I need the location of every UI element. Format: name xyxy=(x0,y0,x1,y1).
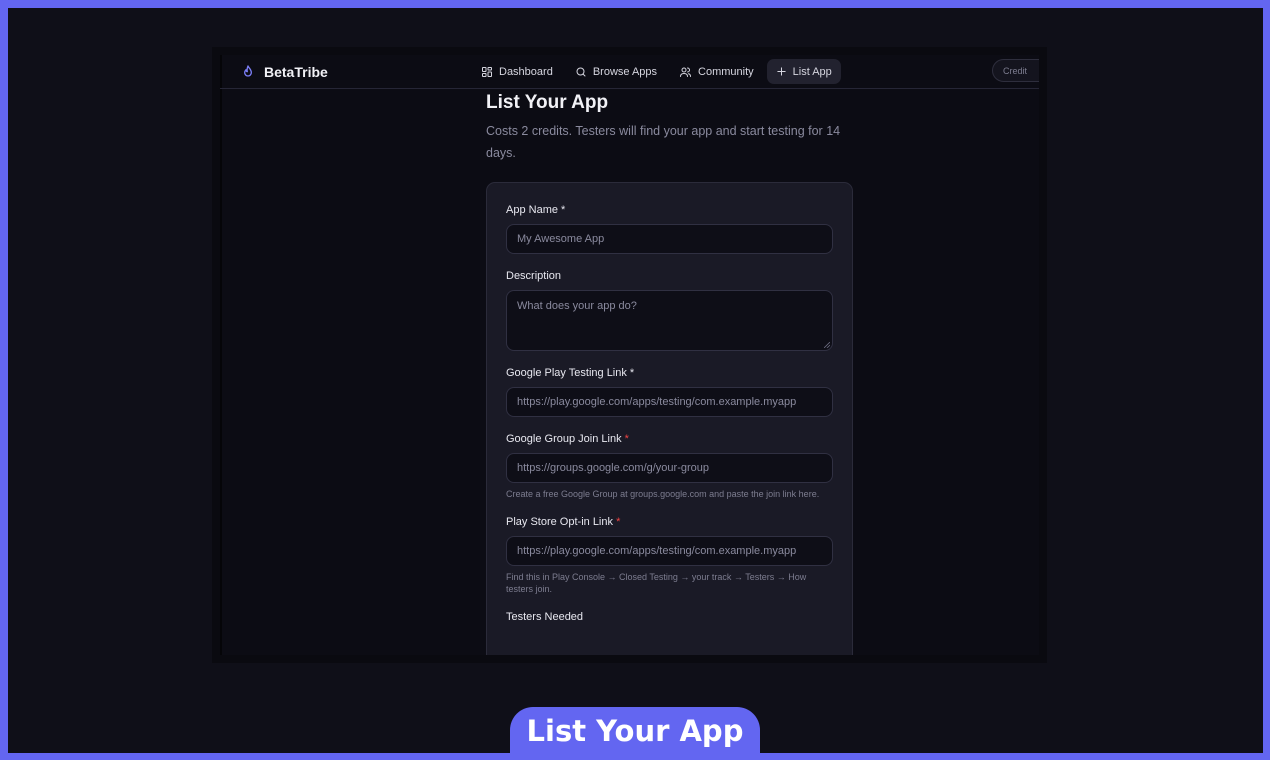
testers-needed-label: Testers Needed xyxy=(506,611,584,623)
credits-label: Credit xyxy=(1003,65,1028,76)
brand-logo[interactable]: BetaTribe xyxy=(240,55,328,88)
description-group: Description What does your app do? xyxy=(506,269,833,351)
list-your-app-banner: List Your App xyxy=(510,707,760,753)
users-icon xyxy=(679,66,692,78)
description-label: Description xyxy=(506,270,562,282)
optin-link-hint: Find this in Play Console → Closed Testi… xyxy=(506,572,807,594)
required-mark: * xyxy=(624,433,629,445)
optin-link-placeholder: https://play.google.com/apps/testing/com… xyxy=(517,545,797,557)
nav-list-app[interactable]: List App xyxy=(766,59,841,84)
group-link-input[interactable]: https://groups.google.com/g/your-group xyxy=(506,453,833,483)
search-icon xyxy=(575,66,587,78)
description-textarea[interactable]: What does your app do? xyxy=(506,290,833,351)
play-testing-link-group: Google Play Testing Link * https://play.… xyxy=(506,366,833,417)
group-link-hint: Create a free Google Group at groups.goo… xyxy=(506,489,820,499)
main-content: List Your App Costs 2 credits. Testers w… xyxy=(486,91,853,655)
app-name-placeholder: My Awesome App xyxy=(517,233,605,245)
grid-icon xyxy=(481,66,493,78)
page-title: List Your App xyxy=(486,92,609,113)
play-testing-link-placeholder: https://play.google.com/apps/testing/com… xyxy=(517,396,797,408)
top-navbar: BetaTribe Dashboard Browse Apps Communit… xyxy=(220,55,1039,89)
nav-community-label: Community xyxy=(698,65,754,78)
group-link-label-row: Google Group Join Link * xyxy=(506,432,833,446)
nav-browse-apps-label: Browse Apps xyxy=(592,65,658,78)
list-app-form: App Name * My Awesome App Description Wh… xyxy=(486,182,853,655)
optin-link-label: Play Store Opt-in Link xyxy=(506,516,613,528)
main-nav: Dashboard Browse Apps Community List App xyxy=(472,55,841,88)
app-name-label: App Name * xyxy=(506,204,566,216)
nav-community[interactable]: Community xyxy=(670,59,763,84)
play-testing-link-input[interactable]: https://play.google.com/apps/testing/com… xyxy=(506,387,833,417)
plus-icon xyxy=(776,66,787,77)
nav-list-app-label: List App xyxy=(792,65,832,78)
brand-name: BetaTribe xyxy=(264,63,328,80)
window-edge xyxy=(220,55,222,655)
app-name-input[interactable]: My Awesome App xyxy=(506,224,833,254)
flame-icon xyxy=(240,64,256,80)
app-screenshot: BetaTribe Dashboard Browse Apps Communit… xyxy=(220,55,1039,655)
group-link-placeholder: https://groups.google.com/g/your-group xyxy=(517,462,710,474)
app-name-group: App Name * My Awesome App xyxy=(506,203,833,254)
required-mark: * xyxy=(616,516,621,528)
group-link-group: Google Group Join Link * https://groups.… xyxy=(506,432,833,500)
banner-label: List Your App xyxy=(526,714,744,748)
optin-link-input[interactable]: https://play.google.com/apps/testing/com… xyxy=(506,536,833,566)
description-placeholder: What does your app do? xyxy=(517,300,637,312)
resize-handle-icon[interactable] xyxy=(824,342,830,348)
page-subtitle: Costs 2 credits. Testers will find your … xyxy=(486,124,841,160)
nav-browse-apps[interactable]: Browse Apps xyxy=(566,59,666,84)
play-testing-link-label: Google Play Testing Link * xyxy=(506,367,635,379)
optin-link-label-row: Play Store Opt-in Link * xyxy=(506,515,833,529)
nav-dashboard[interactable]: Dashboard xyxy=(472,59,562,84)
credits-badge[interactable]: Credit xyxy=(992,59,1039,82)
optin-link-group: Play Store Opt-in Link * https://play.go… xyxy=(506,515,833,595)
nav-dashboard-label: Dashboard xyxy=(499,65,553,78)
testers-needed-group: Testers Needed xyxy=(506,610,833,624)
group-link-label: Google Group Join Link xyxy=(506,433,622,445)
